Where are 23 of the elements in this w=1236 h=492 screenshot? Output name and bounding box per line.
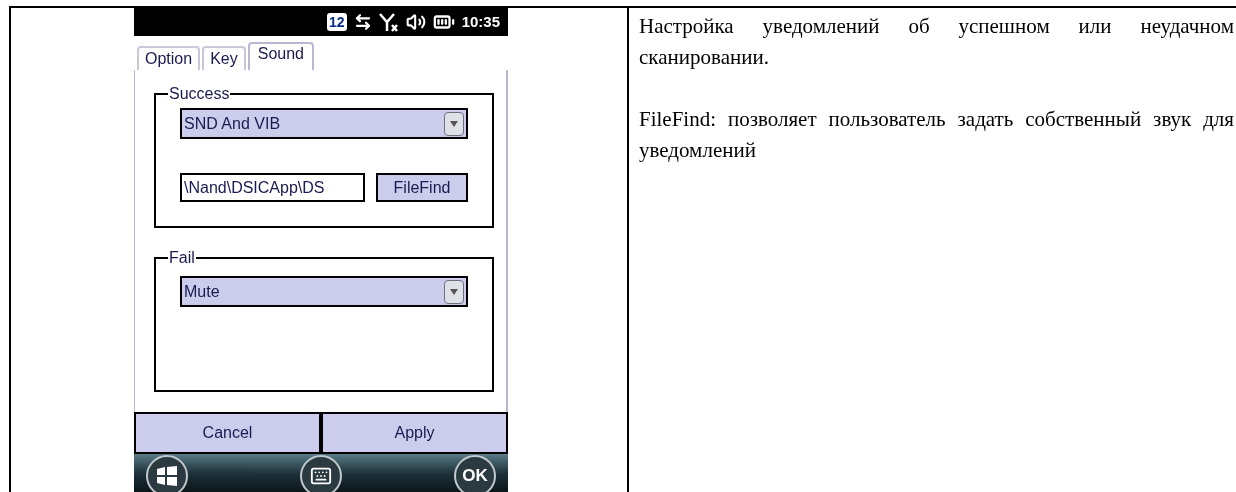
description-paragraph: FileFind: позволяет пользователь задать собственный звук для уведомлений <box>639 106 1234 164</box>
group-label: Fail <box>168 248 196 268</box>
notification-badge: 12 <box>327 13 347 31</box>
dropdown[interactable]: Mute <box>180 276 468 307</box>
keyboard-button[interactable] <box>300 455 342 492</box>
start-button[interactable] <box>146 455 188 492</box>
group-label: Success <box>168 84 231 104</box>
tab[interactable]: Key <box>202 46 246 70</box>
action-button[interactable]: Apply <box>321 412 508 454</box>
sync-arrows-icon <box>353 13 372 31</box>
windows-flag-icon <box>156 466 178 486</box>
signal-off-icon <box>378 12 399 32</box>
path-field[interactable]: \Nand\DSICApp\DS <box>180 173 365 202</box>
dropdown[interactable]: SND And VIB <box>180 108 468 139</box>
speaker-icon <box>405 12 426 32</box>
tab[interactable]: Option <box>137 46 201 70</box>
filefind-button[interactable]: FileFind <box>376 173 468 202</box>
ok-button[interactable]: OK <box>454 455 496 492</box>
action-button[interactable]: Cancel <box>134 412 321 454</box>
clock-time: 10:35 <box>461 11 500 32</box>
keyboard-icon <box>310 465 332 487</box>
description-paragraph: Настройка уведомлений об успешном или неудачном сканировании. <box>639 13 1234 71</box>
tab[interactable]: Sound <box>247 42 314 70</box>
